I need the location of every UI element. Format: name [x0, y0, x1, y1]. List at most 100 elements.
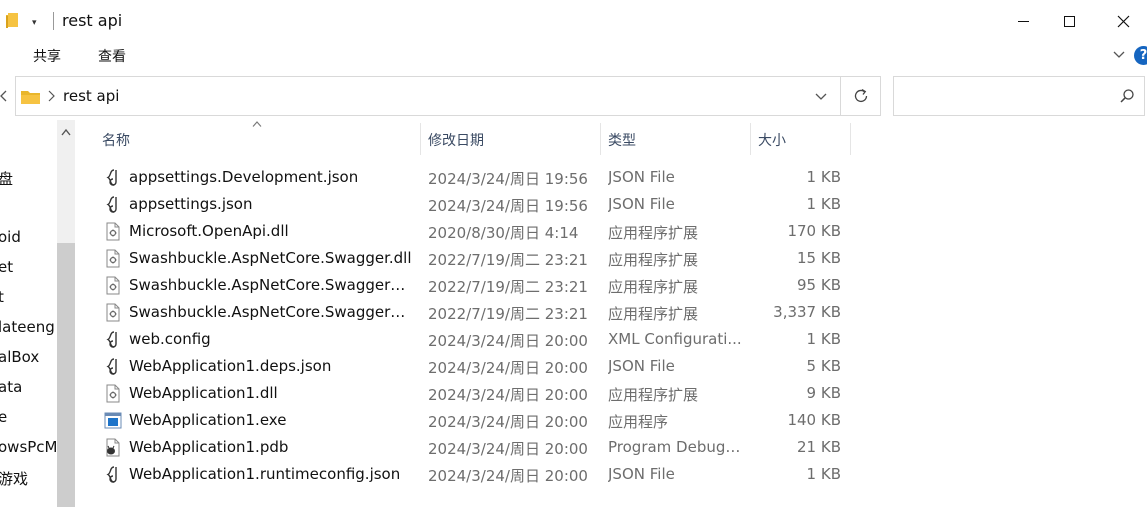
- maximize-icon: [1063, 15, 1075, 27]
- file-name[interactable]: Microsoft.OpenApi.dll: [129, 222, 414, 240]
- file-size: 9 KB: [806, 384, 841, 402]
- minimize-icon: [1017, 20, 1029, 22]
- column-header-label: 大小: [758, 133, 786, 149]
- dll-file-icon: [104, 303, 122, 322]
- window-title: rest api: [62, 11, 123, 30]
- file-type: JSON File: [608, 357, 675, 375]
- file-row[interactable]: Microsoft.OpenApi.dll 2020/8/30/周日 4:14 应用…: [96, 218, 856, 245]
- file-name[interactable]: Swashbuckle.AspNetCore.SwaggerG...: [129, 276, 414, 294]
- nav-item[interactable]: alBox: [0, 348, 39, 366]
- file-modified: 2024/3/24/周日 20:00: [428, 413, 588, 431]
- pdb-file-icon: [104, 438, 122, 457]
- nav-scrollbar-thumb[interactable]: [57, 243, 75, 507]
- folder-icon: [6, 13, 18, 28]
- chevron-right-icon[interactable]: [47, 90, 55, 102]
- search-box[interactable]: [893, 76, 1145, 116]
- file-row[interactable]: WebApplication1.dll 2024/3/24/周日 20:00 应用程…: [96, 380, 856, 407]
- file-name[interactable]: WebApplication1.pdb: [129, 438, 414, 456]
- file-type: JSON File: [608, 465, 675, 483]
- file-name[interactable]: WebApplication1.runtimeconfig.json: [129, 465, 414, 483]
- file-row[interactable]: WebApplication1.pdb 2024/3/24/周日 20:00 Pro…: [96, 434, 856, 461]
- scroll-up-arrow-icon[interactable]: [61, 128, 71, 136]
- file-size: 5 KB: [806, 357, 841, 375]
- file-row[interactable]: Swashbuckle.AspNetCore.SwaggerG... 2022/7…: [96, 272, 856, 299]
- file-row[interactable]: appsettings.Development.json 2024/3/24/周日…: [96, 164, 856, 191]
- column-header-modified[interactable]: 修改日期: [421, 123, 600, 155]
- file-size: 1 KB: [806, 168, 841, 186]
- column-header-name[interactable]: 名称: [96, 123, 420, 155]
- file-size: 140 KB: [787, 411, 841, 429]
- file-row[interactable]: WebApplication1.exe 2024/3/24/周日 20:00 应用程…: [96, 407, 856, 434]
- title-separator: [53, 12, 54, 30]
- json-file-icon: [104, 357, 122, 376]
- nav-item[interactable]: e: [0, 408, 7, 426]
- dll-file-icon: [104, 384, 122, 403]
- file-type: 应用程序扩展: [608, 224, 699, 242]
- file-size: 3,337 KB: [773, 303, 841, 321]
- folder-icon: [21, 91, 40, 104]
- breadcrumb[interactable]: rest api: [63, 87, 119, 105]
- maximize-button[interactable]: [1046, 0, 1092, 42]
- quick-access-dropdown-icon[interactable]: ▾: [32, 18, 37, 28]
- file-row[interactable]: Swashbuckle.AspNetCore.Swagger.dll 2022/7…: [96, 245, 856, 272]
- file-name[interactable]: appsettings.json: [129, 195, 414, 213]
- refresh-icon: [854, 88, 867, 103]
- file-name[interactable]: Swashbuckle.AspNetCore.Swagger.dll: [129, 249, 414, 267]
- nav-item[interactable]: et: [0, 258, 13, 276]
- dll-file-icon: [104, 249, 122, 268]
- column-header-type[interactable]: 类型: [601, 123, 750, 155]
- file-modified: 2022/7/19/周二 23:21: [428, 278, 588, 296]
- nav-item[interactable]: owsPcM: [0, 438, 58, 456]
- file-name[interactable]: WebApplication1.dll: [129, 384, 414, 402]
- file-row[interactable]: WebApplication1.deps.json 2024/3/24/周日 20…: [96, 353, 856, 380]
- file-size: 1 KB: [806, 465, 841, 483]
- file-type: 应用程序扩展: [608, 386, 699, 404]
- file-modified: 2020/8/30/周日 4:14: [428, 224, 579, 242]
- nav-item[interactable]: t: [0, 288, 4, 306]
- file-type: XML Configurati...: [608, 330, 742, 348]
- file-row[interactable]: appsettings.json 2024/3/24/周日 19:56 JSON F…: [96, 191, 856, 218]
- file-name[interactable]: WebApplication1.deps.json: [129, 357, 414, 375]
- file-modified: 2024/3/24/周日 20:00: [428, 440, 588, 458]
- exe-file-icon: [104, 411, 122, 430]
- search-icon[interactable]: [1120, 89, 1134, 103]
- close-icon: [1117, 15, 1129, 27]
- file-name[interactable]: WebApplication1.exe: [129, 411, 414, 429]
- file-type: JSON File: [608, 195, 675, 213]
- config-file-icon: [104, 330, 122, 349]
- file-name[interactable]: Swashbuckle.AspNetCore.SwaggerUI...: [129, 303, 414, 321]
- file-type: 应用程序: [608, 413, 669, 431]
- chevron-left-icon[interactable]: [0, 90, 8, 102]
- file-modified: 2024/3/24/周日 20:00: [428, 359, 588, 377]
- file-name[interactable]: appsettings.Development.json: [129, 168, 414, 186]
- column-header-size[interactable]: 大小: [751, 123, 850, 155]
- json-file-icon: [104, 465, 122, 484]
- address-bar[interactable]: rest api: [15, 76, 841, 116]
- file-row[interactable]: WebApplication1.runtimeconfig.json 2024/3…: [96, 461, 856, 488]
- close-button[interactable]: [1100, 0, 1146, 42]
- help-icon[interactable]: ?: [1134, 46, 1147, 65]
- tab-view[interactable]: 查看: [98, 46, 126, 66]
- nav-item[interactable]: ata: [0, 378, 22, 396]
- column-divider[interactable]: [850, 123, 851, 155]
- file-row[interactable]: web.config 2024/3/24/周日 20:00 XML Configur…: [96, 326, 856, 353]
- chevron-down-icon[interactable]: [1112, 48, 1126, 62]
- nav-item[interactable]: lateeng: [0, 318, 55, 336]
- nav-item[interactable]: oid: [0, 228, 21, 246]
- chevron-down-icon[interactable]: [814, 90, 828, 104]
- search-input[interactable]: [900, 85, 1110, 107]
- file-row[interactable]: Swashbuckle.AspNetCore.SwaggerUI... 2022/…: [96, 299, 856, 326]
- nav-item[interactable]: 盘: [0, 168, 13, 189]
- file-modified: 2022/7/19/周二 23:21: [428, 251, 588, 269]
- tab-share[interactable]: 共享: [33, 46, 61, 66]
- nav-item[interactable]: 游戏: [0, 468, 28, 489]
- dll-file-icon: [104, 222, 122, 241]
- file-type: 应用程序扩展: [608, 305, 699, 323]
- file-name[interactable]: web.config: [129, 330, 414, 348]
- refresh-button[interactable]: [841, 76, 881, 116]
- file-modified: 2024/3/24/周日 19:56: [428, 197, 588, 215]
- column-header-label: 类型: [608, 133, 636, 149]
- minimize-button[interactable]: [1000, 0, 1046, 42]
- file-size: 15 KB: [797, 249, 841, 267]
- file-type: JSON File: [608, 168, 675, 186]
